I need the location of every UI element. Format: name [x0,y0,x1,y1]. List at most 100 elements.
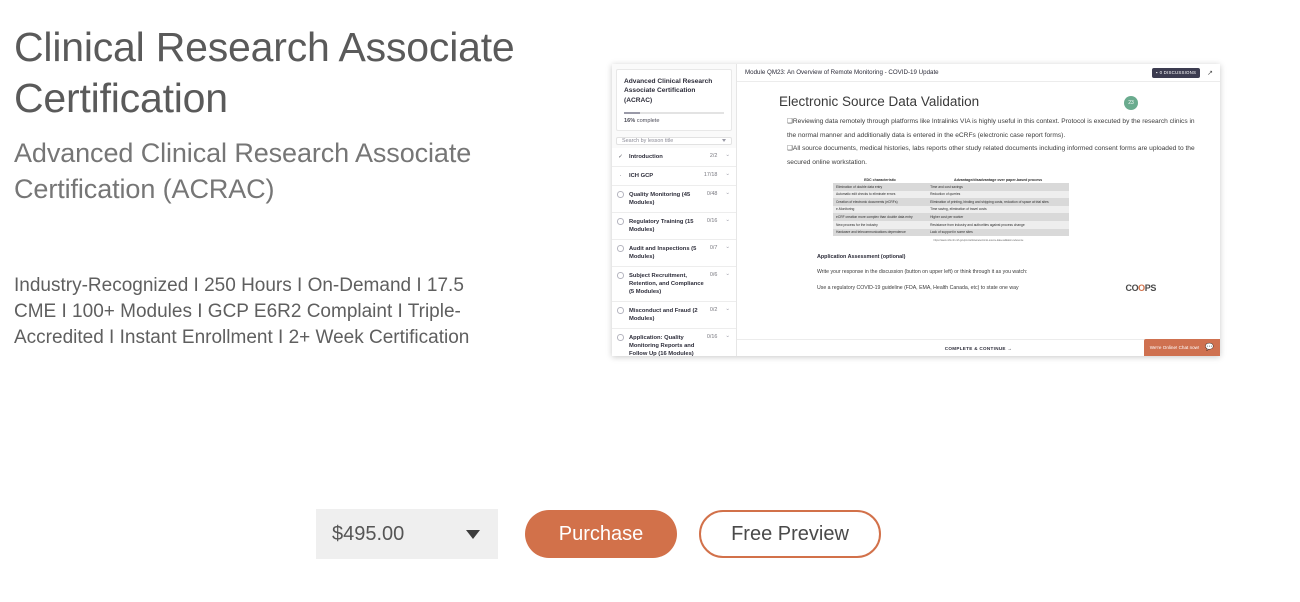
table-row: New process for the industry Resistance f… [833,220,1069,229]
slide-bullet-text: All source documents, medical histories,… [787,145,1195,166]
price-select[interactable]: $495.00 [316,509,498,559]
table-cell: Elimination of double data entry [836,184,883,189]
table-cell: eCRF creation more complex than double d… [836,214,913,219]
chevron-down-icon[interactable]: ⌄ [725,306,730,312]
sidebar-lesson-item[interactable]: Application: Quality Monitoring Reports … [612,328,736,356]
table-header-cell: EDC characteristic [864,177,897,182]
lesson-search-placeholder: Search by lesson title [622,137,674,144]
sidebar-lesson-count: 2/2 [709,153,718,160]
chevron-down-icon[interactable]: ⌄ [725,171,730,177]
chevron-down-icon[interactable]: ⌄ [725,333,730,339]
table-header-cell: Advantage/disadvantage over paper-based … [954,177,1043,182]
sidebar-lesson-label: Quality Monitoring (45 Modules) [629,191,691,206]
complete-and-continue-button[interactable]: COMPLETE & CONTINUE → [945,346,1013,351]
sidebar-lesson-item[interactable]: Quality Monitoring (45 Modules) 0/48 ⌄ [612,185,736,213]
assessment-title: Application Assessment (optional) [817,254,906,261]
sidebar-lesson-label: ICH GCP [629,172,654,179]
preview-main-panel: Module QM23: An Overview of Remote Monit… [737,64,1220,356]
preview-course-card: Advanced Clinical Research Associate Cer… [616,69,732,131]
free-preview-button[interactable]: Free Preview [699,510,881,558]
progress-bar [624,112,724,114]
discussions-button[interactable]: ▪ 0 DISCUSSIONS [1151,67,1201,78]
progress-label: 16% complete [624,118,724,124]
logo-part-3: PS [1144,283,1157,293]
chevron-down-icon[interactable]: ⌄ [725,152,730,158]
preview-course-title: Advanced Clinical Research Associate Cer… [624,78,713,104]
preview-topbar: Module QM23: An Overview of Remote Monit… [737,64,1220,82]
sidebar-lesson-item[interactable]: Misconduct and Fraud (2 Modules) 0/2 ⌄ [612,301,736,329]
preview-sidebar: Advanced Clinical Research Associate Cer… [612,64,737,356]
purchase-button[interactable]: Purchase [525,510,677,558]
price-value: $495.00 [332,522,405,545]
sidebar-lesson-count: 0/7 [709,245,718,252]
sidebar-lesson-item[interactable]: Regulatory Training (15 Modules) 0/16 ⌄ [612,212,736,240]
edc-characteristics-table: EDC characteristic Advantage/disadvantag… [833,176,1069,237]
table-cell: Time and cost savings [930,184,963,189]
comment-icon: ▪ [1155,70,1158,75]
sidebar-lesson-count: 0/48 [706,191,718,198]
chevron-down-icon[interactable]: ⌄ [725,271,730,277]
slide-bullet-text: Reviewing data remotely through platform… [787,118,1195,139]
circle-icon [617,218,624,225]
circle-outline [617,307,624,314]
progress-bar-fill [624,112,640,114]
table-row: Creation of electronic documents (eCRFs)… [833,198,1069,206]
logo-part-2: O [1138,283,1145,293]
circle-outline [617,245,624,252]
chevron-down-icon [722,139,726,143]
sidebar-lesson-label: Subject Recruitment, Retention, and Comp… [629,272,704,295]
table-row: Elimination of double data entry Time and… [833,183,1069,191]
table-row: Automatic edit checks to eliminate error… [833,190,1069,199]
module-title: Module QM23: An Overview of Remote Monit… [745,69,939,76]
circle-icon [617,272,624,279]
coops-logo: COOPS [1125,283,1156,293]
table-cell: Time saving, elimination of travel costs [930,207,987,212]
table-cell: Automatic edit checks to eliminate error… [836,192,896,197]
sidebar-lesson-item[interactable]: Subject Recruitment, Retention, and Comp… [612,266,736,302]
table-header-row: EDC characteristic Advantage/disadvantag… [833,176,1069,183]
sidebar-lesson-item[interactable]: Audit and Inspections (5 Modules) 0/7 ⌄ [612,239,736,267]
page-title: Clinical Research Associate Certificatio… [14,24,515,121]
sidebar-lesson-count: 17/18 [703,172,718,179]
sidebar-lesson-item[interactable]: · ICH GCP 17/18 ⌄ [612,166,736,186]
table-row: e-Monitoring Time saving, elimination of … [833,205,1069,214]
slide-bullet: ❑Reviewing data remotely through platfor… [787,115,1196,142]
sidebar-lesson-label: Application: Quality Monitoring Reports … [629,334,695,356]
circle-icon [617,307,624,314]
chat-widget[interactable]: We're Online! Chat now! 💬 [1143,339,1220,356]
sidebar-lesson-count: 0/16 [706,334,718,341]
slide-page-badge: 23 [1124,96,1138,110]
circle-icon [617,191,624,198]
chat-bubble-icon: 💬 [1205,344,1214,351]
table-source-line: https://www.ncbi.nlm.nih.gov/pmc/article… [933,239,1024,243]
circle-icon [617,245,624,252]
progress-percent: 16% [624,117,636,124]
table-cell: Resistance from industry and authorities… [930,222,1025,227]
progress-complete-word: complete [636,117,660,124]
course-highlights: Industry-Recognized I 250 Hours I On-Dem… [14,275,470,348]
sidebar-lesson-label: Introduction [629,153,663,160]
chat-widget-label: We're Online! Chat now! [1149,345,1200,350]
slide-bullet: ❑All source documents, medical histories… [787,142,1196,169]
sidebar-lesson-count: 0/16 [706,218,718,225]
chevron-down-icon[interactable]: ⌄ [725,217,730,223]
product-page: Clinical Research Associate Certificatio… [0,0,1300,602]
expand-icon[interactable]: ↗ [1207,69,1213,77]
chevron-down-icon[interactable]: ⌄ [725,244,730,250]
circle-outline [617,218,624,225]
table-cell: Reduction of queries [930,192,961,197]
preview-lesson-list: ✓ Introduction 2/2 ⌄ · ICH GCP 17/18 ⌄ Quality M… [612,147,736,356]
table-cell: Elimination of printing, binding and shi… [930,199,1049,204]
circle-icon [617,334,624,341]
table-cell: Higher cost per worker [930,214,964,219]
hero-text-block: Clinical Research Associate Certificatio… [14,22,574,351]
chevron-down-icon[interactable]: ⌄ [725,190,730,196]
table-cell: Hardware and telecommunications dependen… [836,230,906,235]
sidebar-lesson-label: Misconduct and Fraud (2 Modules) [629,307,698,322]
topbar-actions: ▪ 0 DISCUSSIONS ↗ [1151,67,1213,78]
sidebar-lesson-item[interactable]: ✓ Introduction 2/2 ⌄ [612,147,736,167]
table-cell: e-Monitoring [836,207,855,212]
lesson-search-input[interactable]: Search by lesson title [616,136,732,145]
course-subtitle: Advanced Clinical Research Associate Cer… [14,138,472,204]
sidebar-lesson-label: Regulatory Training (15 Modules) [629,218,694,233]
